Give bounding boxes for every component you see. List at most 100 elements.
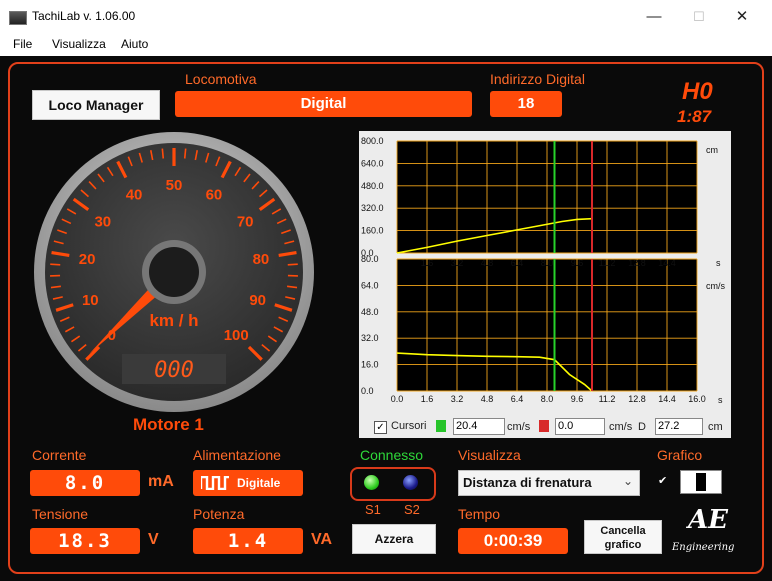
chart-x-tick-label: 3.2 — [451, 394, 464, 404]
ae-logo-text: Engineering — [672, 542, 735, 553]
chart-x-tick-label: 1.6 — [421, 258, 434, 268]
cursori-checkbox[interactable]: ✓ — [374, 421, 387, 434]
gauge-tick-label: 20 — [79, 251, 96, 268]
gauge-tick-label: 50 — [166, 177, 183, 194]
menu-visualizza[interactable]: Visualizza — [52, 37, 106, 51]
gauge-tick-label: 100 — [224, 327, 249, 344]
locomotiva-field[interactable]: Digital — [175, 91, 472, 117]
s1-led-icon — [364, 475, 379, 490]
red-cursor-value[interactable]: 0.0 — [555, 418, 605, 435]
gauge-minor-tick — [50, 263, 61, 266]
distance-value[interactable]: 27.2 — [655, 418, 703, 435]
menu-file[interactable]: File — [13, 37, 32, 51]
chart-x-tick-label: 1.6 — [421, 394, 434, 404]
s2-led-icon — [403, 475, 418, 490]
chart-top-y-unit: cm — [706, 145, 718, 155]
chart-x-tick-label: 6.4 — [511, 258, 524, 268]
cancella-grafico-button[interactable]: Cancella grafico — [584, 520, 662, 554]
chart-y-tick-label: 48.0 — [361, 307, 379, 317]
tensione-unit: V — [148, 531, 159, 548]
ae-logo-mark: AE — [688, 505, 728, 535]
chart-x-tick-label: 8.0 — [541, 258, 554, 268]
gauge-tick-label: 80 — [253, 251, 270, 268]
gauge-tick-label: 70 — [237, 213, 254, 230]
menu-bar — [0, 34, 772, 56]
chart-y-tick-label: 16.0 — [361, 360, 379, 370]
chart-y-tick-label: 480.0 — [361, 181, 384, 191]
chart-x-tick-label: 14.4 — [658, 258, 676, 268]
gauge-minor-tick — [183, 148, 187, 159]
gauge-tick-label: 90 — [249, 292, 266, 309]
chevron-down-icon: ⌄ — [623, 474, 634, 488]
cancella-line2: grafico — [604, 539, 642, 551]
s1-label: S1 — [365, 502, 381, 517]
chart-bottom-y-unit: cm/s — [706, 281, 725, 291]
green-cursor-marker — [436, 420, 446, 432]
chart-x-tick-label: 9.6 — [571, 394, 584, 404]
scale-title: H0 — [682, 78, 713, 105]
grafico-color-swatch[interactable] — [680, 470, 722, 494]
app-icon — [9, 11, 27, 25]
connesso-label: Connesso — [360, 447, 424, 463]
visualizza-label: Visualizza — [458, 447, 521, 463]
chart-bottom-x-unit: s — [718, 395, 723, 405]
visualizza-dropdown[interactable]: Distanza di frenatura ⌄ — [458, 470, 640, 496]
chart-x-tick-label: 0.0 — [391, 394, 404, 404]
potenza-label: Potenza — [193, 506, 245, 522]
gauge-tick-label: 30 — [94, 213, 111, 230]
chart-y-tick-label: 64.0 — [361, 280, 379, 290]
chart-y-tick-label: 32.0 — [361, 333, 379, 343]
chart-y-tick-label: 800.0 — [361, 136, 384, 146]
chart-y-tick-label: 160.0 — [361, 226, 384, 236]
chart-y-tick-label: 320.0 — [361, 203, 384, 213]
tempo-display: 0:00:39 — [458, 528, 568, 554]
minimize-button[interactable]: — — [641, 6, 667, 28]
chart-x-tick-label: 4.8 — [481, 258, 494, 268]
grafico-swatch-fill — [696, 473, 706, 491]
potenza-display: 1.4 — [193, 528, 303, 554]
cursori-label: Cursori — [391, 420, 427, 432]
chart-x-tick-label: 8.0 — [541, 394, 554, 404]
distance-label: D — [638, 421, 646, 433]
grafico-label: Grafico — [657, 447, 703, 463]
gauge-minor-tick — [161, 148, 165, 159]
chart-x-tick-label: 6.4 — [511, 394, 524, 404]
corrente-unit: mA — [148, 473, 174, 490]
chart-y-tick-label: 80.0 — [361, 254, 379, 264]
cancella-line1: Cancella — [600, 525, 646, 537]
corrente-display: 8.0 — [30, 470, 140, 496]
chart-x-tick-label: 11.2 — [599, 394, 616, 404]
chart-top-x-ticks: 1.6 3.2 4.8 6.4 8.0 9.6 11.2 12.8 14.4 — [421, 258, 676, 268]
connesso-indicator-box — [350, 467, 436, 501]
speedometer: 0102030405060708090100 km / h 000 — [34, 132, 314, 412]
grafico-checkbox[interactable]: ✔ — [658, 474, 667, 487]
menu-aiuto[interactable]: Aiuto — [121, 37, 148, 51]
maximize-button[interactable]: ☐ — [686, 6, 712, 28]
alimentazione-value: Digitale — [237, 476, 281, 490]
green-cursor-unit: cm/s — [507, 421, 531, 433]
locomotiva-label: Locomotiva — [185, 71, 257, 87]
loco-manager-button[interactable]: Loco Manager — [32, 90, 160, 120]
gauge-unit: km / h — [149, 311, 198, 330]
gauge-tick-label: 40 — [126, 187, 143, 204]
corrente-label: Corrente — [32, 447, 87, 463]
tempo-label: Tempo — [458, 506, 501, 522]
chart-top-x-unit: s — [716, 258, 721, 268]
close-button[interactable]: ✕ — [729, 6, 755, 28]
chart-x-tick-label: 9.6 — [571, 258, 584, 268]
chart-x-tick-label: 12.8 — [628, 394, 646, 404]
red-cursor-unit: cm/s — [609, 421, 633, 433]
green-cursor-value[interactable]: 20.4 — [453, 418, 505, 435]
chart-bottom-x-ticks: 0.0 1.6 3.2 4.8 6.4 8.0 9.6 11.2 12.8 14.4 16.0 — [391, 394, 706, 404]
chart-y-tick-label: 640.0 — [361, 158, 384, 168]
chart-x-tick-label: 12.8 — [628, 258, 646, 268]
motor-label: Motore 1 — [133, 415, 204, 434]
chart-area: 800.0 640.0 480.0 320.0 160.0 0.0 80.0 64.0 48.… — [361, 136, 725, 405]
chart-bottom-y-ticks: 80.0 64.0 48.0 32.0 16.0 0.0 — [361, 254, 379, 396]
chart-x-tick-label: 14.4 — [658, 394, 676, 404]
indirizzo-field[interactable]: 18 — [490, 91, 562, 117]
square-wave-icon — [201, 476, 229, 490]
potenza-unit: VA — [311, 531, 333, 548]
tensione-display: 18.3 — [30, 528, 140, 554]
azzera-button[interactable]: Azzera — [352, 524, 436, 554]
